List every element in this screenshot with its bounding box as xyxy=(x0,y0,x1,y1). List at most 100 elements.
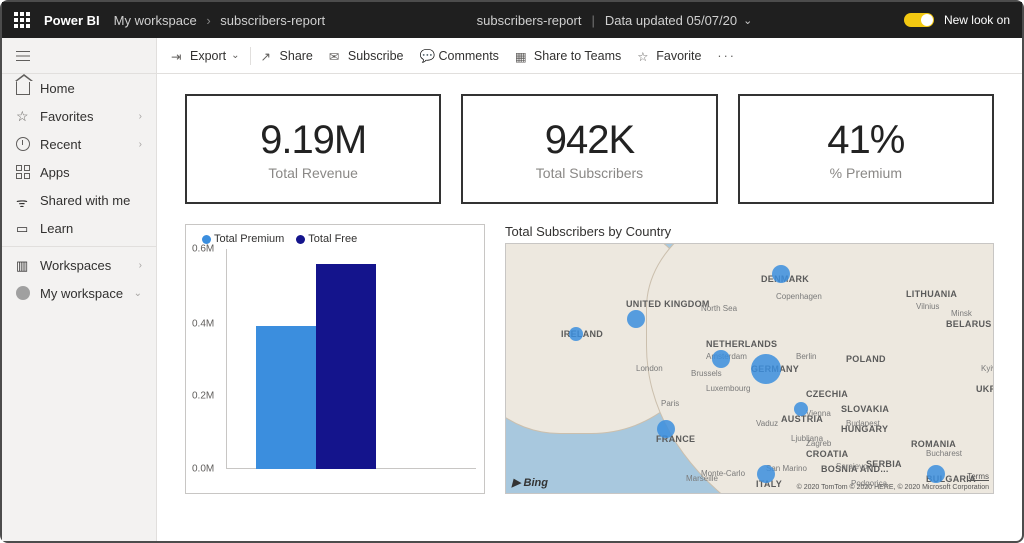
map-bubble[interactable] xyxy=(657,420,675,438)
card-value: 41% xyxy=(827,118,904,163)
new-look-toggle[interactable] xyxy=(904,13,934,27)
share-icon: ↗ xyxy=(261,49,275,63)
star-icon: ☆ xyxy=(16,109,30,123)
card-value: 942K xyxy=(545,118,634,163)
y-tick: 0.2M xyxy=(192,391,214,402)
map-bubble[interactable] xyxy=(627,310,645,328)
city-label: Copenhagen xyxy=(776,292,822,301)
breadcrumb: My workspace › subscribers-report xyxy=(114,13,325,28)
workspaces-icon: ▥ xyxy=(16,258,30,272)
sidebar-label: Recent xyxy=(40,137,81,152)
y-tick: 0.6M xyxy=(192,244,214,255)
action-label: Favorite xyxy=(656,49,701,63)
report-canvas: 9.19M Total Revenue 942K Total Subscribe… xyxy=(157,74,1022,541)
bar-0[interactable] xyxy=(256,326,316,469)
city-label: Budapest xyxy=(846,419,880,428)
chevron-down-icon[interactable]: ⌄ xyxy=(743,14,752,27)
action-label: Share xyxy=(280,49,313,63)
learn-icon: ▭ xyxy=(16,221,30,235)
city-label: Bucharest xyxy=(926,449,962,458)
action-label: Share to Teams xyxy=(534,49,621,63)
country-label: UNITED KINGDOM xyxy=(626,299,710,309)
map-bubble[interactable] xyxy=(751,354,781,384)
main-area: ⇥Export⌄ ↗ Share ✉ Subscribe 💬Comments ▦ Sh… xyxy=(157,38,1022,541)
sidebar-item-apps[interactable]: Apps xyxy=(2,158,156,186)
app-launcher-icon[interactable] xyxy=(14,12,30,28)
sidebar-item-shared[interactable]: ᯤShared with me xyxy=(2,186,156,214)
share-button[interactable]: ↗ Share xyxy=(261,49,313,63)
map-bubble[interactable] xyxy=(569,327,583,341)
comment-icon: 💬 xyxy=(419,49,433,63)
chart-legend: Total Premium Total Free xyxy=(202,233,476,245)
y-tick: 0.0M xyxy=(192,464,214,475)
city-label: Vilnius xyxy=(916,302,939,311)
top-bar: Power BI My workspace › subscribers-repo… xyxy=(2,2,1022,38)
country-label: NETHERLANDS xyxy=(706,339,777,349)
city-label: Minsk xyxy=(951,309,972,318)
city-label: Ljubljana xyxy=(791,434,823,443)
apps-icon xyxy=(16,165,30,179)
card-label: % Premium xyxy=(830,165,902,181)
card-total-revenue[interactable]: 9.19M Total Revenue xyxy=(185,94,441,204)
chevron-down-icon: ⌄ xyxy=(134,288,142,299)
star-icon: ☆ xyxy=(637,49,651,63)
home-icon xyxy=(16,81,30,95)
bar-chart[interactable]: Total Premium Total Free 0.0M 0.2M 0.4M … xyxy=(185,224,485,494)
more-actions-button[interactable]: ··· xyxy=(717,49,736,63)
sidebar-collapse[interactable] xyxy=(2,38,156,74)
map-bubble[interactable] xyxy=(712,350,730,368)
card-value: 9.19M xyxy=(260,118,366,163)
share-teams-button[interactable]: ▦ Share to Teams xyxy=(515,49,621,63)
export-button[interactable]: ⇥Export⌄ xyxy=(171,49,240,63)
city-label: Vaduz xyxy=(756,419,778,428)
card-percent-premium[interactable]: 41% % Premium xyxy=(738,94,994,204)
city-label: Sarajevo xyxy=(836,462,868,471)
legend-swatch xyxy=(202,235,211,244)
sidebar-label: Learn xyxy=(40,221,73,236)
city-label: London xyxy=(636,364,663,373)
map-visual[interactable]: ▶ Bing Terms © 2020 TomTom © 2020 HERE, … xyxy=(505,243,994,494)
subscribe-button[interactable]: ✉ Subscribe xyxy=(329,49,404,63)
bar-1[interactable] xyxy=(316,264,376,469)
sidebar-item-my-workspace[interactable]: My workspace⌄ xyxy=(2,279,156,307)
city-label: Berlin xyxy=(796,352,816,361)
map-bubble[interactable] xyxy=(794,402,808,416)
favorite-button[interactable]: ☆ Favorite xyxy=(637,49,701,63)
chevron-down-icon: ⌄ xyxy=(231,50,239,61)
sidebar-item-learn[interactable]: ▭ Learn xyxy=(2,214,156,242)
map-bubble[interactable] xyxy=(757,465,775,483)
city-label: Paris xyxy=(661,399,679,408)
chevron-right-icon: › xyxy=(139,260,142,271)
plot-area: 0.0M 0.2M 0.4M 0.6M xyxy=(226,249,476,469)
sidebar-item-favorites[interactable]: ☆ Favorites › xyxy=(2,102,156,130)
city-label: Vienna xyxy=(806,409,831,418)
sidebar-item-workspaces[interactable]: ▥Workspaces› xyxy=(2,251,156,279)
sidebar-label: Shared with me xyxy=(40,193,130,208)
bing-logo: ▶ Bing xyxy=(512,476,548,489)
sidebar-item-recent[interactable]: Recent› xyxy=(2,130,156,158)
clock-icon xyxy=(16,137,30,151)
card-total-subscribers[interactable]: 942K Total Subscribers xyxy=(461,94,717,204)
country-label: CROATIA xyxy=(806,449,848,459)
action-label: Subscribe xyxy=(348,49,404,63)
country-label: ROMANIA xyxy=(911,439,956,449)
crumb-report[interactable]: subscribers-report xyxy=(220,13,325,28)
map-bubble[interactable] xyxy=(927,465,945,483)
sidebar-label: Home xyxy=(40,81,75,96)
sidebar-label: Apps xyxy=(40,165,70,180)
brand[interactable]: Power BI xyxy=(44,13,100,28)
chevron-right-icon: › xyxy=(139,111,142,122)
sidebar-label: Favorites xyxy=(40,109,93,124)
comments-button[interactable]: 💬Comments xyxy=(419,49,498,63)
country-label: CZECHIA xyxy=(806,389,848,399)
crumb-workspace[interactable]: My workspace xyxy=(114,13,197,28)
teams-icon: ▦ xyxy=(515,49,529,63)
city-label: North Sea xyxy=(701,304,737,313)
mail-icon: ✉ xyxy=(329,49,343,63)
sidebar-item-home[interactable]: Home xyxy=(2,74,156,102)
map-bubble[interactable] xyxy=(772,265,790,283)
data-updated[interactable]: Data updated 05/07/20 xyxy=(605,13,737,28)
new-look-label: New look on xyxy=(944,13,1010,27)
city-label: Luxembourg xyxy=(706,384,750,393)
action-bar: ⇥Export⌄ ↗ Share ✉ Subscribe 💬Comments ▦ Sh… xyxy=(157,38,1022,74)
